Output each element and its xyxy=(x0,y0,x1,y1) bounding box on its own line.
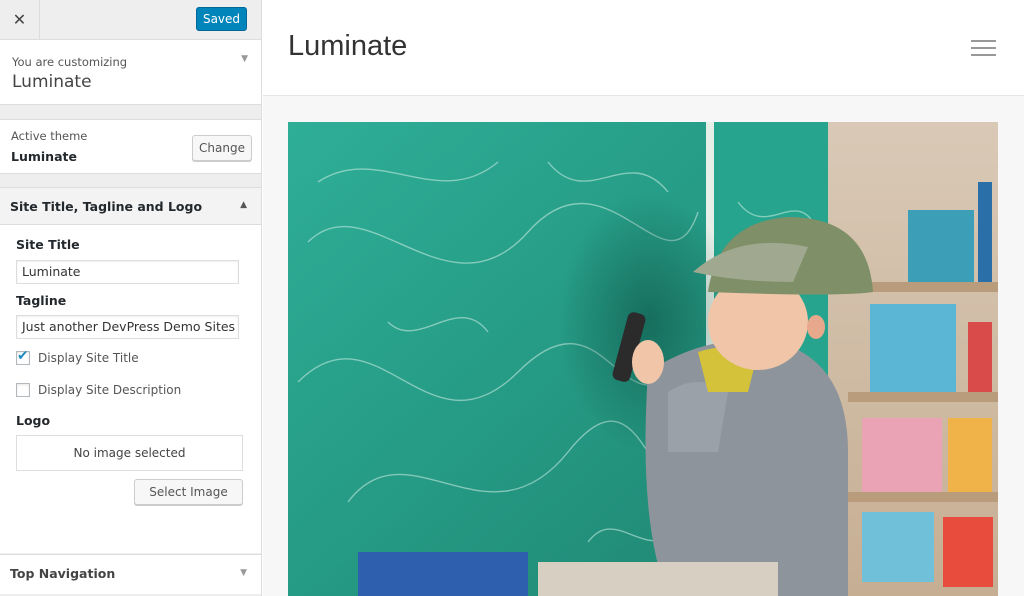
chevron-down-icon[interactable]: ▼ xyxy=(240,568,247,578)
display-site-description-option[interactable]: Display Site Description xyxy=(16,383,181,397)
change-theme-button[interactable]: Change xyxy=(192,135,252,161)
display-site-description-checkbox[interactable] xyxy=(16,383,30,397)
site-title-input[interactable]: Luminate xyxy=(16,260,239,284)
active-theme-label: Active theme xyxy=(11,129,88,143)
customizer-sidebar: ✕ Saved You are customizing Luminate ▼ A… xyxy=(0,0,262,596)
customizing-site-name: Luminate xyxy=(12,72,92,92)
save-button[interactable]: Saved xyxy=(196,7,247,31)
section-title: Top Navigation xyxy=(10,566,116,581)
checkmark-icon: ✔ xyxy=(17,348,29,364)
display-site-title-checkbox[interactable]: ✔ xyxy=(16,348,30,365)
tagline-label: Tagline xyxy=(16,293,67,308)
site-header: Luminate xyxy=(263,0,1024,96)
chevron-down-icon[interactable]: ▼ xyxy=(241,54,248,64)
child-drawing-on-chalkboard-photo xyxy=(288,122,998,596)
display-site-title-option[interactable]: ✔ Display Site Title xyxy=(16,348,139,365)
logo-label: Logo xyxy=(16,413,51,428)
close-icon[interactable]: ✕ xyxy=(0,0,40,39)
site-preview: Luminate xyxy=(263,0,1024,596)
active-theme-panel: Active theme Luminate Change xyxy=(0,119,261,174)
customizing-label: You are customizing xyxy=(12,55,128,69)
section-site-identity-body: Site Title Luminate Tagline Just another… xyxy=(0,225,261,553)
section-top-navigation-header[interactable]: Top Navigation ▼ xyxy=(0,554,261,594)
section-site-identity-header[interactable]: Site Title, Tagline and Logo ▲ xyxy=(0,187,261,225)
select-image-button[interactable]: Select Image xyxy=(134,479,243,505)
customizing-info[interactable]: You are customizing Luminate ▼ xyxy=(0,40,261,105)
section-title: Site Title, Tagline and Logo xyxy=(10,199,203,214)
site-content xyxy=(263,96,1024,596)
chevron-up-icon[interactable]: ▲ xyxy=(240,200,247,210)
active-theme-name: Luminate xyxy=(11,149,77,164)
hero-image xyxy=(288,122,998,596)
tagline-input[interactable]: Just another DevPress Demo Sites site xyxy=(16,315,239,339)
hamburger-menu-icon[interactable] xyxy=(971,40,996,57)
display-site-description-label: Display Site Description xyxy=(38,383,182,397)
site-title-label: Site Title xyxy=(16,237,80,252)
site-title[interactable]: Luminate xyxy=(288,30,407,63)
customizer-header: ✕ Saved xyxy=(0,0,261,40)
display-site-title-label: Display Site Title xyxy=(38,351,139,365)
logo-placeholder: No image selected xyxy=(16,435,243,471)
